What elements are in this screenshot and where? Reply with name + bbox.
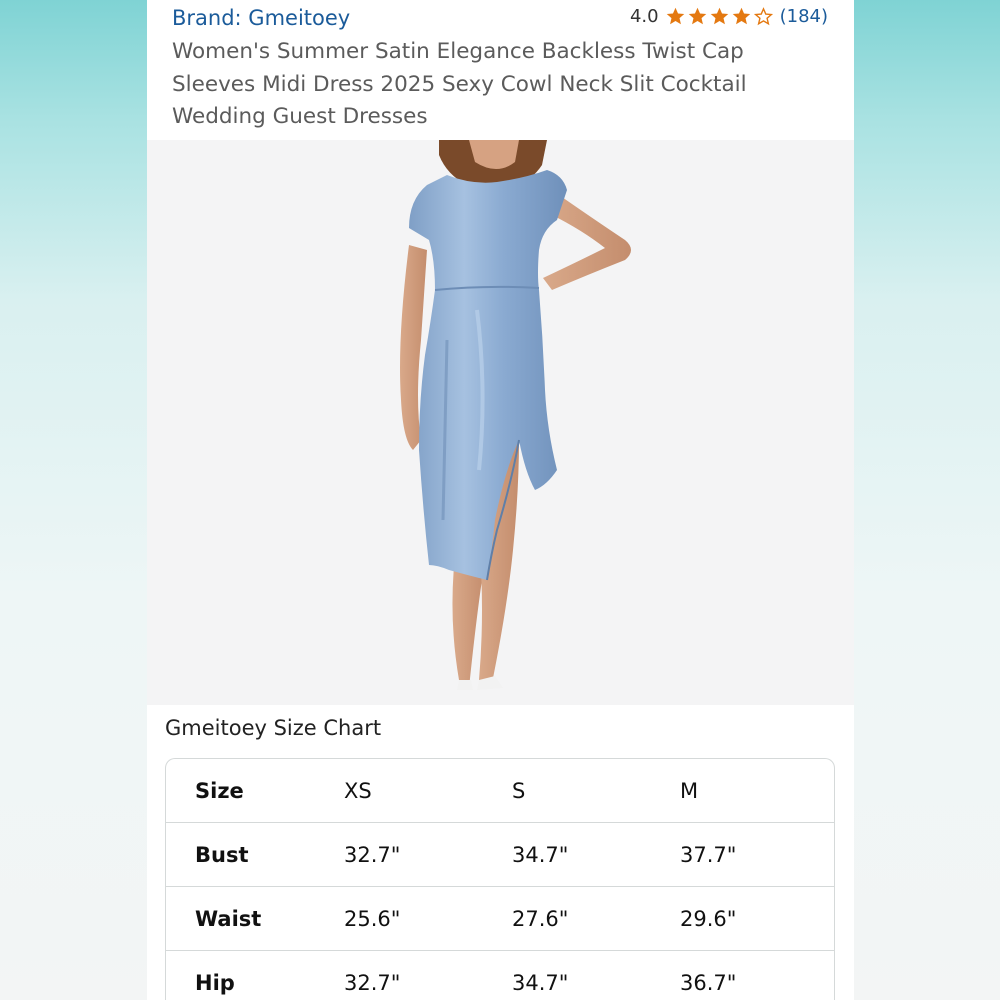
rating-summary[interactable]: 4.0 (184) — [630, 6, 828, 27]
table-cell: 32.7" — [344, 842, 401, 867]
table-cell: S — [512, 778, 526, 803]
table-cell: 25.6" — [344, 906, 401, 931]
star-empty-icon — [753, 7, 773, 26]
table-cell: 37.7" — [680, 842, 737, 867]
star-full-icon — [666, 7, 684, 25]
dress-model-photo — [400, 140, 631, 690]
star-full-icon — [710, 7, 728, 25]
star-full-icon — [732, 7, 750, 25]
table-row: Hip 32.7" 34.7" 36.7" — [166, 951, 834, 1000]
table-cell: 36.7" — [680, 970, 737, 995]
table-cell: 34.7" — [512, 970, 569, 995]
product-header: Brand: Gmeitoey 4.0 (184) Women's Summer… — [147, 0, 854, 140]
product-title: Women's Summer Satin Elegance Backless T… — [172, 39, 747, 129]
table-cell: 32.7" — [344, 970, 401, 995]
table-row: Waist 25.6" 27.6" 29.6" — [166, 887, 834, 951]
size-chart-title: Gmeitoey Size Chart — [165, 716, 382, 740]
row-header: Bust — [195, 842, 249, 867]
size-chart-table: Size XS S M Bust 32.7" 34.7" 37.7" Waist… — [165, 758, 835, 1000]
row-header: Size — [195, 778, 244, 803]
table-row: Bust 32.7" 34.7" 37.7" — [166, 823, 834, 887]
star-full-icon — [688, 7, 706, 25]
rating-count-link[interactable]: (184) — [780, 6, 828, 27]
product-image[interactable] — [147, 140, 854, 705]
table-cell: 27.6" — [512, 906, 569, 931]
table-cell: 29.6" — [680, 906, 737, 931]
row-header: Waist — [195, 906, 262, 931]
row-header: Hip — [195, 970, 235, 995]
table-cell: M — [680, 778, 699, 803]
brand-link[interactable]: Brand: Gmeitoey — [172, 6, 350, 30]
table-cell: XS — [344, 778, 372, 803]
rating-value: 4.0 — [629, 6, 659, 27]
rating-stars — [665, 6, 774, 27]
product-panel: Brand: Gmeitoey 4.0 (184) Women's Summer… — [147, 0, 854, 1000]
table-cell: 34.7" — [512, 842, 569, 867]
table-row: Size XS S M — [166, 759, 834, 823]
